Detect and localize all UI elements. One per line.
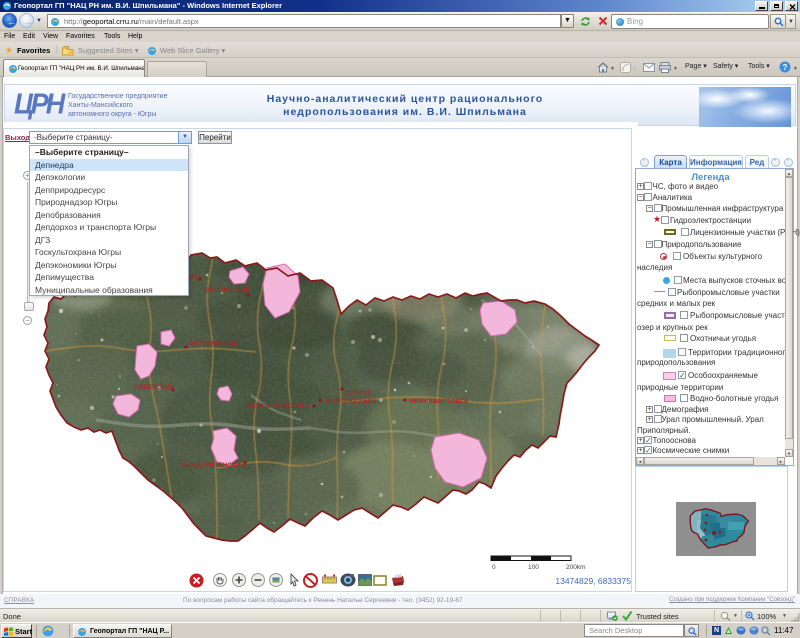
svg-text:100: 100	[528, 564, 539, 570]
svg-text:200km: 200km	[566, 564, 586, 570]
svg-text:0: 0	[492, 564, 496, 570]
svg-text:?: ?	[783, 63, 788, 72]
